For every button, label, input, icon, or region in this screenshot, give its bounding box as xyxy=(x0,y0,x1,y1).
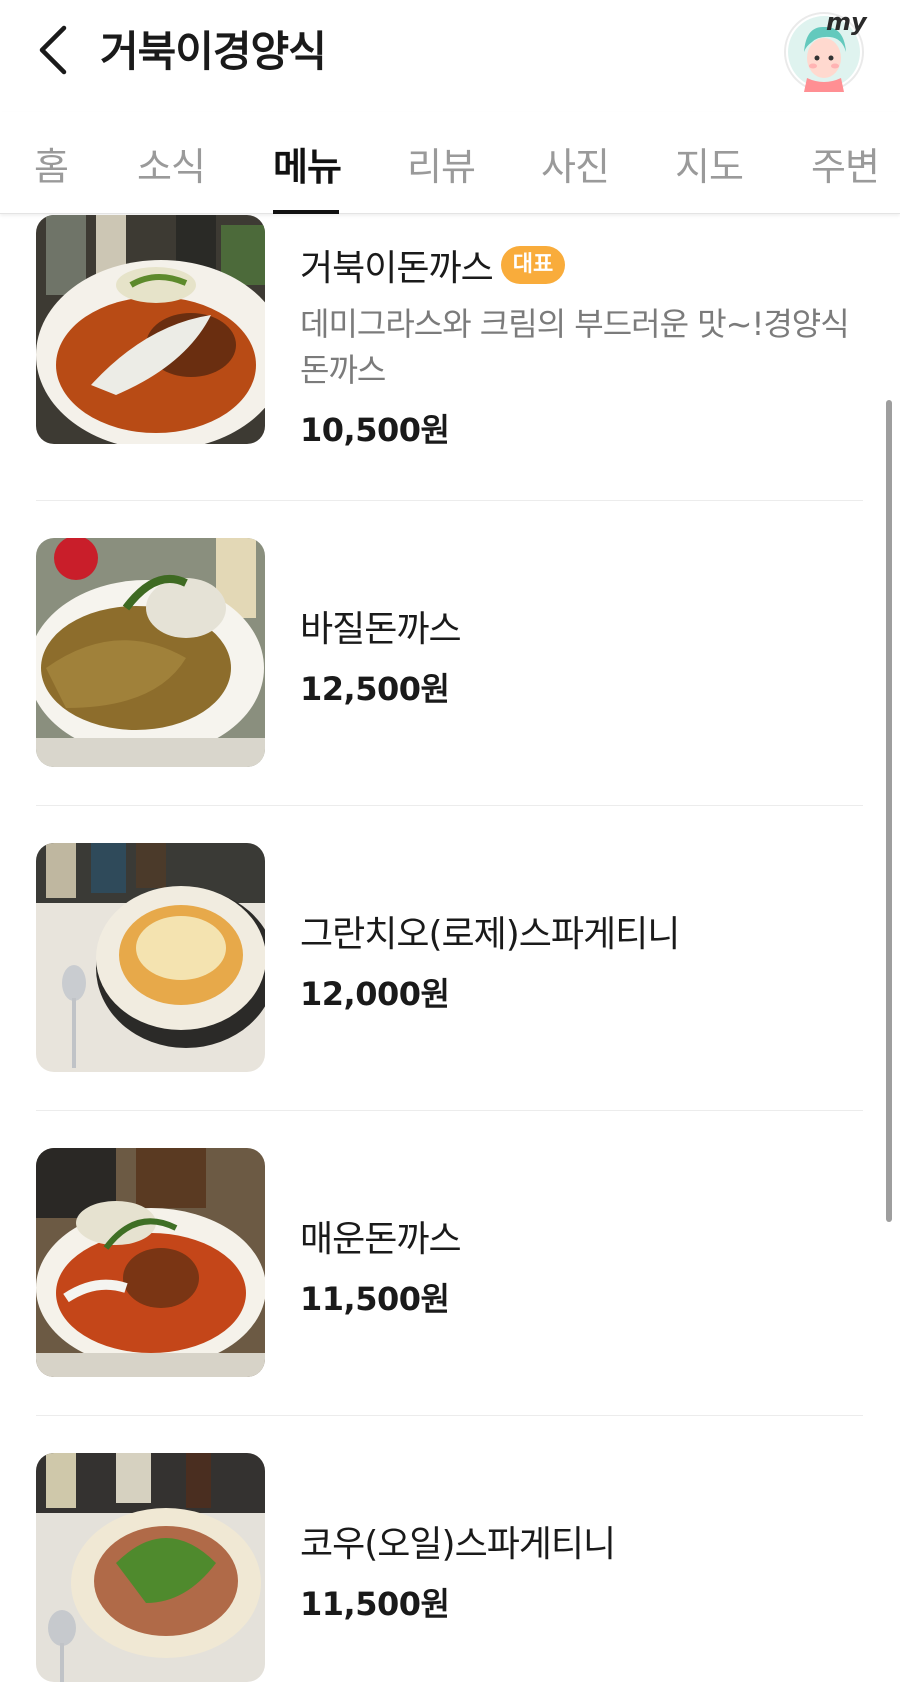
menu-item[interactable]: 코우(오일)스파게티니 11,500원 xyxy=(36,1453,863,1683)
signature-badge: 대표 xyxy=(500,246,566,284)
tab-review[interactable]: 리뷰 xyxy=(407,136,476,191)
menu-item-name: 그란치오(로제)스파게티니 xyxy=(300,914,680,955)
menu-item-photo xyxy=(36,538,265,767)
active-tab-indicator xyxy=(273,210,339,214)
back-button[interactable] xyxy=(28,22,76,78)
tab-nearby[interactable]: 주변 xyxy=(811,136,880,191)
menu-item[interactable]: 매운돈까스 11,500원 xyxy=(36,1148,863,1378)
menu-item-name: 매운돈까스 xyxy=(300,1219,462,1260)
menu-item-name: 코우(오일)스파게티니 xyxy=(300,1524,616,1565)
menu-item-photo xyxy=(36,1148,265,1377)
menu-item-info: 코우(오일)스파게티니 11,500원 xyxy=(300,1515,860,1625)
menu-item-name: 거북이돈까스 xyxy=(300,248,494,289)
scrollbar[interactable] xyxy=(886,400,892,1222)
my-profile-avatar[interactable]: my xyxy=(784,8,867,92)
menu-list: 거북이돈까스 대표 데미그라스와 크림의 부드러운 맛~!경양식 돈까스 10,5… xyxy=(0,215,900,1683)
tab-map[interactable]: 지도 xyxy=(675,136,744,191)
divider xyxy=(36,1110,863,1111)
menu-item-info: 그란치오(로제)스파게티니 12,000원 xyxy=(300,905,860,1015)
menu-item-photo xyxy=(36,843,265,1072)
menu-item[interactable]: 바질돈까스 12,500원 xyxy=(36,538,863,768)
app-header: 거북이경양식 my xyxy=(0,0,900,112)
menu-item-price: 10,500원 xyxy=(300,411,450,449)
menu-item[interactable]: 거북이돈까스 대표 데미그라스와 크림의 부드러운 맛~!경양식 돈까스 10,5… xyxy=(36,215,863,465)
divider xyxy=(36,1415,863,1416)
tab-news[interactable]: 소식 xyxy=(137,136,206,191)
menu-item-info: 바질돈까스 12,500원 xyxy=(300,600,860,710)
menu-item-price: 12,500원 xyxy=(300,670,450,708)
menu-item[interactable]: 그란치오(로제)스파게티니 12,000원 xyxy=(36,843,863,1073)
menu-item-name: 바질돈까스 xyxy=(300,609,462,650)
tab-home[interactable]: 홈 xyxy=(34,136,69,191)
menu-item-info: 매운돈까스 11,500원 xyxy=(300,1210,860,1320)
menu-item-photo xyxy=(36,1453,265,1682)
page-title: 거북이경양식 xyxy=(100,27,327,76)
divider xyxy=(36,500,863,501)
menu-item-description: 데미그라스와 크림의 부드러운 맛~!경양식 돈까스 xyxy=(300,305,850,389)
menu-item-price: 12,000원 xyxy=(300,975,450,1013)
menu-item-price: 11,500원 xyxy=(300,1280,450,1318)
chevron-left-icon xyxy=(39,25,67,75)
divider xyxy=(36,805,863,806)
avatar-my-label: my xyxy=(826,8,867,36)
menu-item-info: 거북이돈까스 대표 데미그라스와 크림의 부드러운 맛~!경양식 돈까스 10,5… xyxy=(300,239,860,451)
tab-bar: 홈 소식 메뉴 리뷰 사진 지도 주변 xyxy=(0,112,900,214)
menu-item-price: 11,500원 xyxy=(300,1585,450,1623)
menu-item-photo xyxy=(36,215,265,444)
tab-photo[interactable]: 사진 xyxy=(541,136,610,191)
tab-menu[interactable]: 메뉴 xyxy=(273,136,342,191)
